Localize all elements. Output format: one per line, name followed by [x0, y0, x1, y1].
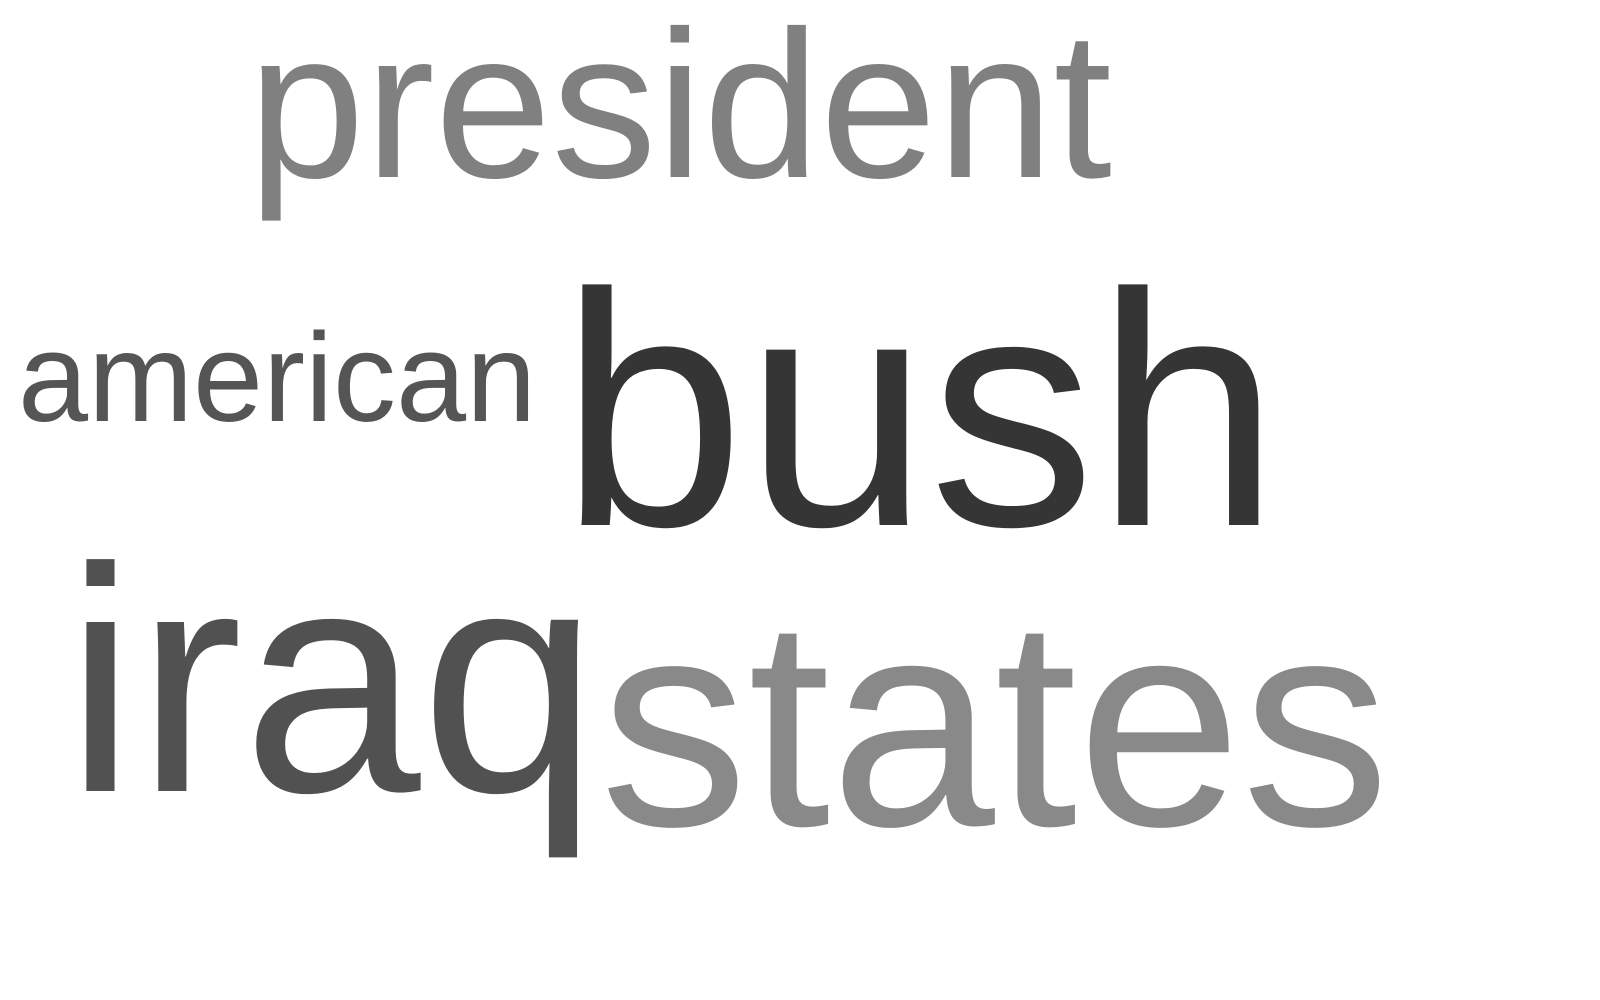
word-bush: bush [560, 225, 1280, 596]
word-cloud: president american bush iraq states [0, 0, 1600, 1000]
word-president: president [248, 0, 1112, 222]
word-states: states [600, 557, 1390, 888]
word-iraq: iraq [65, 501, 599, 859]
word-american: american [18, 307, 537, 448]
